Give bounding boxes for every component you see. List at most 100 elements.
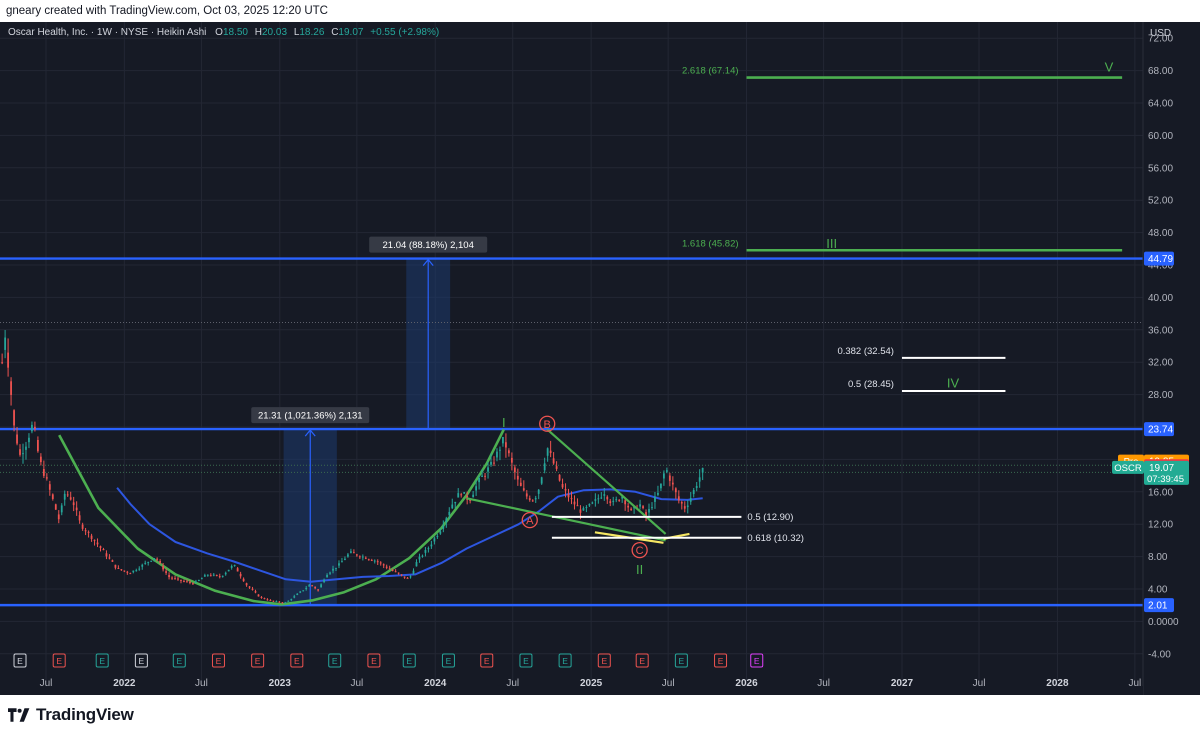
candle-body xyxy=(209,575,212,577)
candle-body xyxy=(287,600,290,602)
time-tick-label: Jul xyxy=(662,678,675,689)
candle-body xyxy=(463,492,466,494)
candle-body xyxy=(439,531,442,534)
legend-change: +0.55 (+2.98%) xyxy=(370,27,439,38)
time-tick-label: 2027 xyxy=(891,678,914,689)
candle-body xyxy=(454,501,457,504)
earnings-marker-label: E xyxy=(216,656,222,666)
candle-body xyxy=(290,599,293,601)
candle-body xyxy=(242,578,245,582)
price-tick-label: 68.00 xyxy=(1148,66,1173,77)
candle-body xyxy=(624,500,627,505)
candle-body xyxy=(677,496,680,501)
candle-body xyxy=(358,556,361,558)
candle-body xyxy=(350,551,352,553)
candle-body xyxy=(87,531,90,533)
candle-body xyxy=(311,585,314,587)
price-tick-label: 48.00 xyxy=(1148,228,1173,239)
chart-panel[interactable]: 21.31 (1,021.36%) 2,131 21.04 (88.18%) 2,… xyxy=(0,22,1200,695)
price-tick-label: 16.00 xyxy=(1148,487,1173,498)
candle-body xyxy=(263,598,266,600)
candle-body xyxy=(385,566,388,568)
candle-body xyxy=(391,569,394,571)
price-tick-label: 52.00 xyxy=(1148,196,1173,207)
credit-text: gneary created with TradingView.com, Oct… xyxy=(6,5,328,17)
candle-body xyxy=(427,548,430,550)
price-tick-label: 60.00 xyxy=(1148,131,1173,142)
wave-label: I xyxy=(502,415,506,430)
candle-body xyxy=(567,493,570,498)
candle-body xyxy=(194,581,197,583)
candle-body xyxy=(546,448,549,456)
earnings-marker-label: E xyxy=(294,656,300,666)
candle-body xyxy=(591,502,594,504)
candle-body xyxy=(42,469,45,476)
candle-body xyxy=(338,563,340,566)
candle-body xyxy=(507,450,510,454)
candle-body xyxy=(499,449,501,451)
candle-body xyxy=(663,473,665,479)
candle-body xyxy=(129,573,132,575)
candle-body xyxy=(314,586,317,589)
candle-body xyxy=(561,483,564,488)
candle-body xyxy=(424,549,427,553)
candle-body xyxy=(236,568,239,572)
candle-body xyxy=(174,578,176,580)
candle-body xyxy=(430,544,433,547)
price-tick-label: 56.00 xyxy=(1148,163,1173,174)
price-axis[interactable]: USD72.0068.0064.0060.0056.0052.0048.0044… xyxy=(1142,22,1200,695)
candle-body xyxy=(355,554,358,556)
earnings-marker-label: E xyxy=(332,656,338,666)
candle-body xyxy=(105,553,108,557)
legend-low: 18.26 xyxy=(299,27,324,38)
candle-body xyxy=(138,568,141,570)
candle-body xyxy=(549,450,552,454)
candle-body xyxy=(192,583,194,585)
candle-body xyxy=(156,558,159,560)
candle-body xyxy=(84,530,87,532)
candle-body xyxy=(686,505,689,508)
candle-body xyxy=(212,574,215,576)
candle-body xyxy=(445,518,448,523)
candle-body xyxy=(487,467,489,472)
candle-body xyxy=(37,439,39,452)
candle-body xyxy=(186,581,188,583)
time-tick-label: Jul xyxy=(506,678,519,689)
candle-body xyxy=(22,453,24,455)
candle-body xyxy=(281,602,284,604)
candle-body xyxy=(528,498,531,500)
wave-label: A xyxy=(526,515,534,527)
svg-text:Oscar Health, Inc. · 1W · NYSE: Oscar Health, Inc. · 1W · NYSE · Heikin … xyxy=(8,27,439,38)
candle-body xyxy=(588,504,591,506)
earnings-marker-label: E xyxy=(562,656,568,666)
candle-body xyxy=(257,594,260,597)
candle-body xyxy=(671,482,674,485)
candle-body xyxy=(227,569,230,572)
candle-body xyxy=(233,564,236,566)
candle-body xyxy=(692,489,695,495)
candle-body xyxy=(660,483,662,489)
candle-body xyxy=(123,570,126,572)
candle-body xyxy=(132,570,135,573)
time-axis[interactable]: Jul 2022 Jul 2023 Jul 2024 Jul 2025 Jul 2026 Jul 20… xyxy=(0,678,1143,695)
candle-body xyxy=(630,508,633,511)
candle-body xyxy=(627,505,630,508)
candle-body xyxy=(406,577,409,579)
tradingview-logo[interactable]: TradingView xyxy=(8,705,134,725)
candle-body xyxy=(573,501,576,505)
wave-labels: I BACIIIIIIVV xyxy=(502,60,1114,577)
candle-body xyxy=(525,493,528,497)
candle-body xyxy=(522,488,525,491)
earnings-marker-label: E xyxy=(639,656,645,666)
candle-body xyxy=(254,591,257,593)
time-tick-label: 2022 xyxy=(113,678,136,689)
candle-body xyxy=(266,599,269,601)
candle-body xyxy=(680,501,683,504)
candle-body xyxy=(251,588,254,590)
candle-body xyxy=(689,498,692,502)
candle-body xyxy=(442,526,445,529)
price-chart[interactable]: 21.31 (1,021.36%) 2,131 21.04 (88.18%) 2,… xyxy=(0,22,1200,695)
price-tick-label: 72.00 xyxy=(1148,34,1173,45)
candle-body xyxy=(69,497,72,500)
legend-open: 18.50 xyxy=(223,27,248,38)
